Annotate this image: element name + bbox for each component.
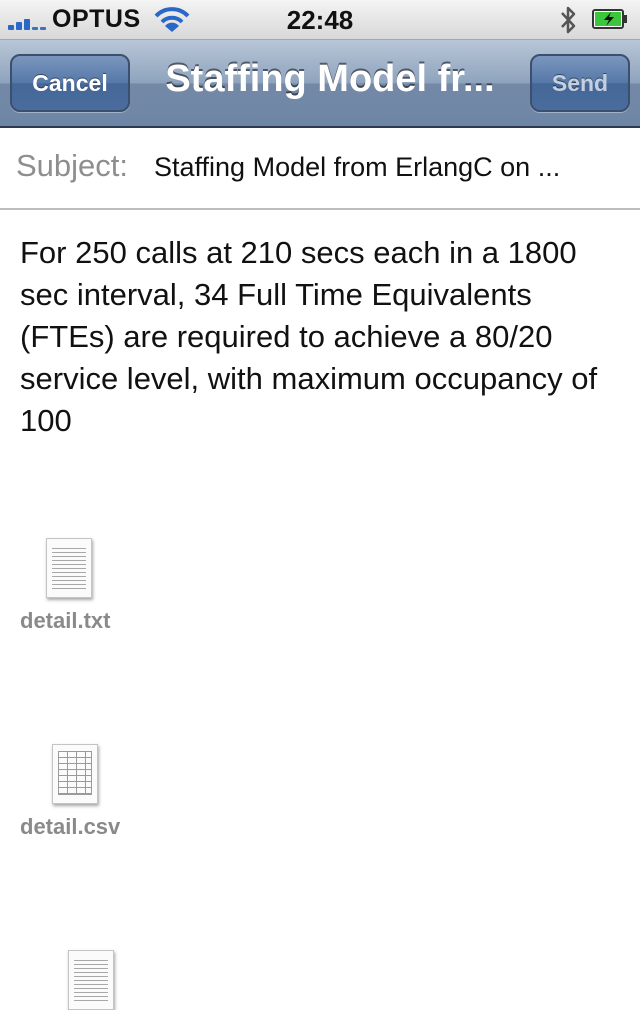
- message-body[interactable]: For 250 calls at 210 secs each in a 1800…: [20, 232, 620, 442]
- navigation-bar: Cancel Staffing Model fr... Send: [0, 40, 640, 128]
- battery-charging-icon: [592, 9, 627, 29]
- send-button[interactable]: Send: [530, 54, 630, 112]
- attachment-name: detail.txt: [20, 608, 111, 633]
- subject-input[interactable]: Staffing Model from ErlangC on ...: [154, 152, 624, 183]
- status-time: 22:48: [286, 5, 354, 35]
- status-bar: OPTUS 22:48: [0, 0, 640, 40]
- page-title: Staffing Model fr...: [165, 58, 495, 100]
- attachment-name: detail.csv: [20, 814, 121, 839]
- subject-field[interactable]: Subject: Staffing Model from ErlangC on …: [0, 128, 640, 210]
- spreadsheet-document-icon: [52, 744, 98, 804]
- text-document-icon: [68, 950, 114, 1010]
- text-document-icon: [46, 538, 92, 598]
- cancel-button[interactable]: Cancel: [10, 54, 130, 112]
- bluetooth-icon: [561, 6, 576, 34]
- subject-label: Subject:: [16, 148, 129, 183]
